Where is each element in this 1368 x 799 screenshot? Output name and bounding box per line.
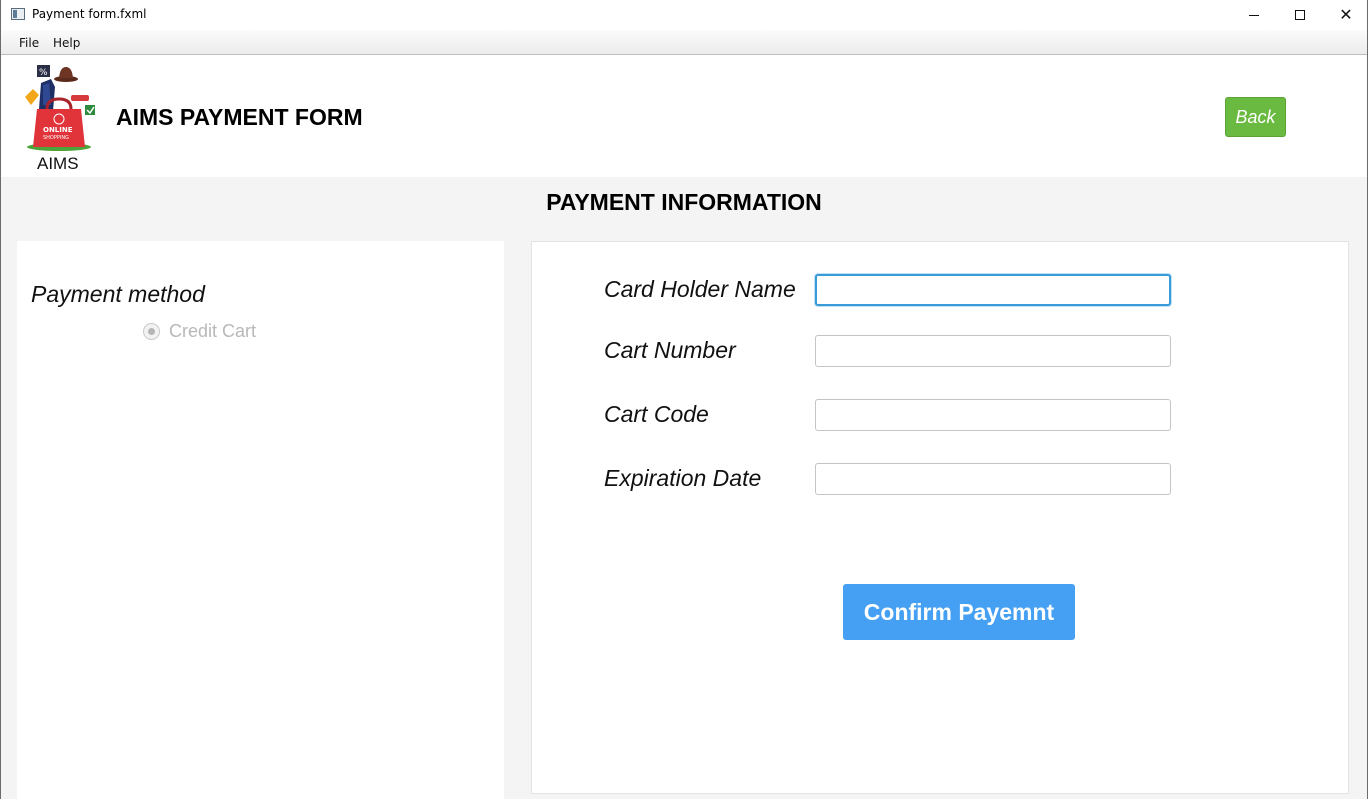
radio-selected-dot xyxy=(148,328,155,335)
header: % ONLINE SHOPPING AIMS AIMS PAYMENT FORM xyxy=(1,55,1367,177)
maximize-button[interactable] xyxy=(1277,0,1323,30)
radio-button[interactable] xyxy=(143,323,160,340)
expiration-date-label: Expiration Date xyxy=(604,465,762,491)
card-holder-name-input[interactable] xyxy=(815,274,1171,306)
menu-help[interactable]: Help xyxy=(53,36,80,50)
window-app-icon xyxy=(11,8,25,20)
svg-text:%: % xyxy=(39,68,48,78)
payment-option-label: Credit Cart xyxy=(169,321,257,341)
minimize-icon xyxy=(1249,14,1259,16)
menu-bar: File Help xyxy=(1,30,1367,55)
card-details-panel: Card Holder Name Cart Number Cart Code E… xyxy=(531,241,1349,794)
card-holder-name-label: Card Holder Name xyxy=(604,276,796,302)
menu-file[interactable]: File xyxy=(19,36,39,50)
back-button[interactable]: Back xyxy=(1225,97,1286,137)
close-button[interactable]: ✕ xyxy=(1323,0,1368,30)
section-title: PAYMENT INFORMATION xyxy=(546,189,822,215)
cart-code-input[interactable] xyxy=(815,399,1171,431)
expiration-date-input[interactable] xyxy=(815,463,1171,495)
payment-method-label: Payment method xyxy=(31,281,205,307)
title-bar: Payment form.fxml ✕ xyxy=(1,0,1367,30)
svg-text:ONLINE: ONLINE xyxy=(43,126,73,134)
payment-option-credit-cart[interactable]: Credit Cart xyxy=(143,321,256,342)
minimize-button[interactable] xyxy=(1231,0,1277,30)
online-shopping-bag-logo: % ONLINE SHOPPING xyxy=(25,65,95,151)
svg-text:SHOPPING: SHOPPING xyxy=(43,135,69,141)
main-content: PAYMENT INFORMATION Payment method Credi… xyxy=(1,177,1367,799)
close-icon: ✕ xyxy=(1339,5,1353,24)
cart-number-label: Cart Number xyxy=(604,337,736,363)
maximize-icon xyxy=(1295,10,1305,20)
logo-caption: AIMS xyxy=(37,154,79,173)
window-title: Payment form.fxml xyxy=(32,7,147,21)
app-window: Payment form.fxml ✕ File Help % ONLINE S… xyxy=(0,0,1368,799)
confirm-payment-button[interactable]: Confirm Payemnt xyxy=(843,584,1075,640)
payment-method-panel: Payment method Credit Cart xyxy=(17,241,504,799)
cart-code-label: Cart Code xyxy=(604,401,709,427)
page-title: AIMS PAYMENT FORM xyxy=(116,104,363,130)
cart-number-input[interactable] xyxy=(815,335,1171,367)
